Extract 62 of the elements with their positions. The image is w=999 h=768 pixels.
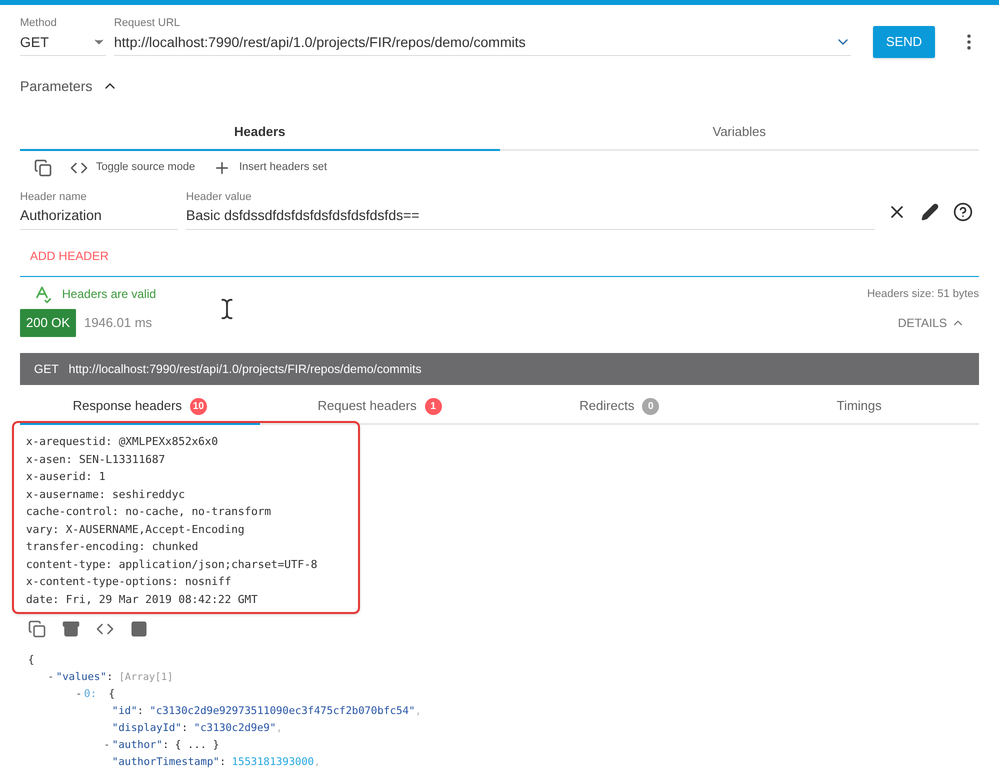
count-badge: 1: [424, 398, 442, 414]
collapse-toggle[interactable]: -: [48, 671, 54, 683]
header-line: vary: X-AUSERNAME,Accept-Encoding: [26, 522, 246, 538]
header-line: x-ausername: seshireddyc: [26, 486, 186, 502]
header-name-field[interactable]: Header name Authorization: [20, 188, 178, 230]
archive-icon[interactable]: [62, 620, 80, 638]
copy-icon[interactable]: [34, 158, 52, 176]
json-key: "id": [112, 703, 138, 720]
details-toggle[interactable]: DETAILS: [898, 314, 979, 332]
collapse-toggle[interactable]: -: [76, 688, 82, 700]
json-colon: :: [219, 755, 226, 768]
pencil-icon[interactable]: [921, 203, 939, 221]
header-line: date: Fri, 29 Mar 2019 08:42:22 GMT: [26, 592, 259, 608]
json-value: { ... }: [174, 738, 220, 753]
json-brace: {: [108, 687, 115, 702]
json-colon: :: [182, 721, 188, 736]
response-tab[interactable]: Request headers 1: [260, 389, 500, 425]
json-key: "values": [56, 669, 107, 686]
json-value: 1553181393000: [232, 755, 314, 768]
json-comma: ,: [314, 755, 320, 768]
header-line: cache-control: no-cache, no-transform: [26, 504, 272, 520]
header-value-field[interactable]: Header value Basic dsfdssdfdsfdsfdsfdsfdsfdsfds==: [186, 188, 875, 230]
insert-headers-button[interactable]: Insert headers set: [213, 158, 328, 176]
collapse-toggle[interactable]: -: [104, 739, 110, 751]
response-tab[interactable]: Redirects 0: [500, 389, 740, 425]
copy-icon[interactable]: [28, 620, 46, 638]
response-tab[interactable]: Response headers 10: [20, 389, 260, 425]
header-line: x-asen: SEN-L13311687: [26, 452, 166, 468]
json-key: "author": [112, 737, 163, 754]
request-url: http://localhost:7990/rest/api/1.0/projects/FIR/repos/demo/commits: [68, 361, 422, 378]
count-badge: 10: [190, 398, 207, 414]
headers-size: Headers size: 51 bytes: [867, 286, 979, 302]
json-key: "authorTimestamp": [112, 754, 220, 768]
tab[interactable]: Headers: [20, 114, 500, 150]
json-comma: ,: [415, 704, 422, 719]
json-value: "c3130c2d9e92973511090ec3f475cf2b070bfc54": [150, 704, 416, 719]
json-value: "c3130c2d9e9": [194, 721, 276, 736]
url-field[interactable]: Request URL http://localhost:7990/rest/api/1.0/projects/FIR/repos/demo/commits: [114, 15, 851, 56]
response-time: 1946.01 ms: [84, 314, 152, 332]
count-badge: 0: [642, 398, 660, 414]
json-colon: :: [106, 670, 113, 685]
toggle-source-button[interactable]: Toggle source mode: [70, 158, 196, 176]
header-line: content-type: application/json;charset=UTF-8: [26, 556, 318, 572]
json-comma: ,: [276, 721, 282, 736]
status-badge: 200 OK: [20, 309, 76, 337]
json-index: 0:: [84, 687, 97, 702]
header-line: transfer-encoding: chunked: [26, 539, 200, 555]
json-key: "displayId": [112, 720, 182, 737]
validation-message: Headers are valid: [62, 286, 156, 303]
header-line: x-arequestid: @XMLPEXx852x6x0: [26, 434, 220, 450]
header-line: x-content-type-options: nosniff: [26, 574, 232, 590]
response-tab[interactable]: Timings: [739, 389, 979, 425]
json-colon: :: [137, 704, 144, 719]
array-summary: [Array[1]: [118, 671, 174, 685]
help-icon[interactable]: [953, 202, 973, 222]
tab[interactable]: Variables: [500, 114, 979, 150]
json-brace: {: [28, 653, 34, 668]
method-select[interactable]: Method GET: [20, 15, 106, 56]
request-method: GET: [34, 361, 59, 378]
json-colon: :: [162, 738, 169, 753]
parameters-title: Parameters: [20, 76, 92, 96]
header-line: x-auserid: 1: [26, 469, 106, 485]
